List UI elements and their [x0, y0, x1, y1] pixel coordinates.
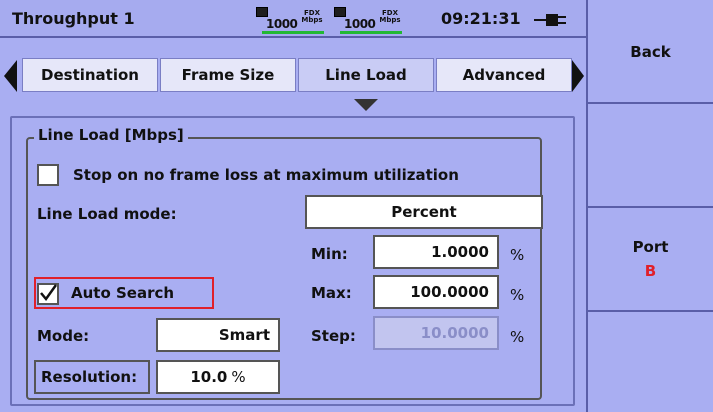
- ethernet-port-icon: [334, 7, 346, 17]
- resolution-value: 10.0: [190, 368, 228, 386]
- group-title: Line Load [Mbps]: [34, 126, 188, 144]
- stop-no-frame-loss-checkbox[interactable]: [37, 164, 59, 186]
- port2-status: 1000 FDX Mbps: [332, 7, 402, 34]
- tab-line-load[interactable]: Line Load: [298, 58, 434, 92]
- ethernet-port-icon: [256, 7, 268, 17]
- port2-speed: 1000: [344, 17, 376, 31]
- stop-no-frame-loss-label: Stop on no frame loss at maximum utiliza…: [73, 166, 459, 184]
- port1-speed: 1000: [266, 17, 298, 31]
- resolution-label-box: Resolution:: [34, 360, 150, 394]
- active-tab-indicator-icon: [354, 99, 378, 111]
- port1-unit-label: Mbps: [301, 16, 323, 24]
- tab-advanced[interactable]: Advanced: [436, 58, 572, 92]
- clock-time: 09:21:31: [441, 9, 521, 28]
- port-value: B: [644, 262, 657, 280]
- port1-duplex: FDX Mbps: [301, 10, 323, 24]
- step-label: Step:: [311, 327, 356, 345]
- resolution-label: Resolution:: [41, 368, 138, 386]
- port-button[interactable]: Port B: [588, 208, 713, 310]
- step-input: 10.0000: [373, 316, 499, 350]
- tab-destination[interactable]: Destination: [22, 58, 158, 92]
- min-input[interactable]: 1.0000: [373, 235, 499, 269]
- tab-scroll-right-icon[interactable]: [572, 60, 584, 92]
- step-unit: %: [510, 328, 525, 346]
- checkmark-icon: [40, 284, 58, 302]
- max-input[interactable]: 100.0000: [373, 275, 499, 309]
- max-unit: %: [510, 286, 525, 304]
- mode-label: Mode:: [37, 327, 90, 345]
- back-button-label: Back: [630, 43, 671, 61]
- port2-unit-label: Mbps: [379, 16, 401, 24]
- resolution-input[interactable]: 10.0 %: [156, 360, 280, 394]
- page-title: Throughput 1: [12, 9, 135, 28]
- min-label: Min:: [311, 245, 348, 263]
- status-header: Throughput 1 1000 FDX Mbps 1000 FDX Mbps…: [0, 0, 586, 38]
- port2-link-bar: [340, 31, 402, 34]
- port-button-label: Port: [632, 238, 669, 256]
- tab-scroll-left-icon[interactable]: [4, 60, 18, 92]
- sidebar-blank-button-2[interactable]: [588, 104, 713, 206]
- port2-duplex: FDX Mbps: [379, 10, 401, 24]
- line-load-mode-select[interactable]: Percent: [305, 195, 543, 229]
- resolution-unit: %: [231, 368, 246, 386]
- line-load-mode-label: Line Load mode:: [37, 205, 177, 223]
- mode-select[interactable]: Smart: [156, 318, 280, 352]
- min-unit: %: [510, 246, 525, 264]
- auto-search-label: Auto Search: [71, 284, 175, 302]
- power-plug-icon: [534, 14, 566, 26]
- port1-link-bar: [262, 31, 324, 34]
- tab-frame-size[interactable]: Frame Size: [160, 58, 296, 92]
- max-label: Max:: [311, 284, 352, 302]
- sidebar-blank-button-4[interactable]: [588, 312, 713, 412]
- port1-status: 1000 FDX Mbps: [254, 7, 324, 34]
- back-button[interactable]: Back: [588, 2, 713, 102]
- throughput-screen: Throughput 1 1000 FDX Mbps 1000 FDX Mbps…: [0, 0, 713, 412]
- auto-search-checkbox[interactable]: [37, 283, 59, 305]
